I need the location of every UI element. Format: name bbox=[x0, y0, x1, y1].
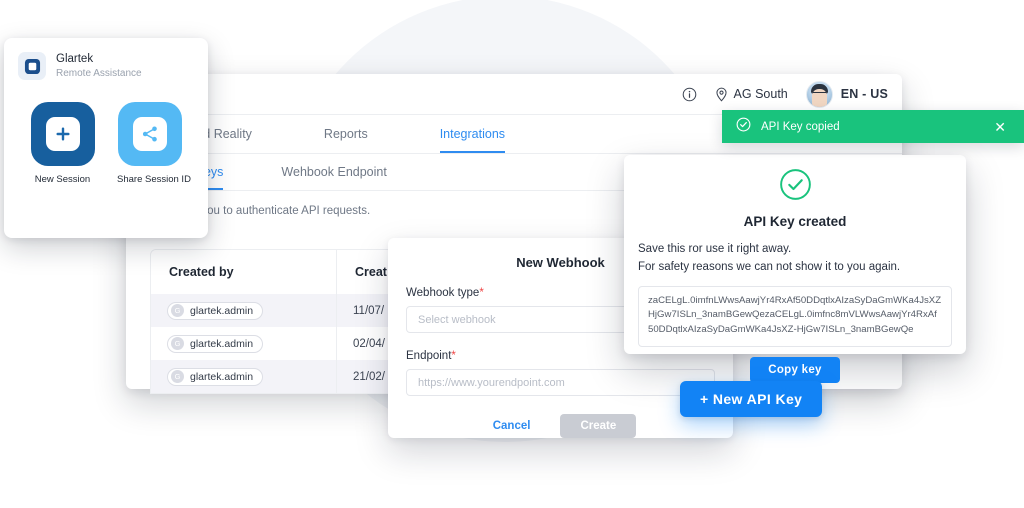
share-session-action[interactable]: Share Session ID bbox=[117, 102, 191, 185]
check-circle-icon bbox=[779, 168, 812, 206]
language-label: EN - US bbox=[840, 87, 888, 101]
info-circle-icon[interactable] bbox=[682, 87, 697, 102]
topbar-right-controls: AG South EN - US bbox=[682, 74, 888, 114]
share-session-label: Share Session ID bbox=[117, 174, 191, 185]
cell-created-by: G glartek.admin bbox=[151, 360, 337, 393]
location-selector[interactable]: AG South bbox=[715, 87, 788, 102]
glartek-subtitle: Remote Assistance bbox=[56, 67, 142, 79]
tab-reports[interactable]: Reports bbox=[324, 127, 368, 153]
glartek-logo-icon bbox=[18, 52, 46, 80]
plus-icon bbox=[45, 117, 80, 151]
required-marker: * bbox=[479, 287, 484, 299]
api-key-created-title: API Key created bbox=[743, 214, 847, 229]
chip-avatar: G bbox=[171, 304, 184, 317]
new-session-label: New Session bbox=[34, 174, 91, 185]
new-session-tile[interactable] bbox=[30, 102, 95, 166]
share-session-tile[interactable] bbox=[117, 102, 182, 166]
tab-webhook-endpoint[interactable]: Wehbook Endpoint bbox=[281, 165, 386, 190]
glartek-title: Glartek bbox=[56, 53, 94, 66]
chip-avatar: G bbox=[171, 337, 184, 350]
user-chip: G glartek.admin bbox=[167, 334, 264, 353]
api-key-created-line1: Save this ror use it right away. bbox=[638, 243, 792, 255]
api-key-created-line2: For safety reasons we can not show it to… bbox=[638, 260, 901, 273]
success-check-wrapper bbox=[624, 155, 966, 206]
close-icon[interactable]: ✕ bbox=[990, 118, 1010, 136]
tab-integrations[interactable]: Integrations bbox=[439, 127, 506, 153]
chip-avatar: G bbox=[171, 370, 184, 383]
user-chip: G glartek.admin bbox=[167, 367, 264, 386]
toast-message: API Key copied bbox=[761, 120, 840, 133]
cell-created-by: G glartek.admin bbox=[151, 327, 337, 360]
user-chip: G glartek.admin bbox=[167, 301, 264, 320]
glartek-popup-header: Glartek Remote Assistance bbox=[4, 38, 208, 80]
glartek-popup-titles: Glartek Remote Assistance bbox=[56, 52, 142, 79]
avatar bbox=[805, 80, 833, 108]
cancel-button[interactable]: Cancel bbox=[485, 414, 539, 438]
api-key-modal-footer: Copy key bbox=[624, 347, 966, 384]
api-key-created-modal: API Key created Save this ror use it rig… bbox=[624, 155, 966, 384]
check-circle-icon bbox=[736, 117, 751, 137]
user-menu[interactable]: EN - US bbox=[805, 80, 888, 108]
column-header-created-by: Created by bbox=[151, 250, 337, 294]
required-marker: * bbox=[451, 350, 456, 362]
new-session-action[interactable]: New Session bbox=[30, 102, 95, 185]
new-api-key-button[interactable]: + New API Key bbox=[680, 381, 823, 417]
glartek-remote-assistance-popup: Glartek Remote Assistance New Session Sh… bbox=[4, 38, 208, 238]
share-icon bbox=[132, 117, 167, 151]
api-key-value[interactable]: zaCELgL.0imfnLWwsAawjYr4RxAf50DDqtlxAIza… bbox=[638, 285, 952, 348]
screenshot-stage: ngs AG South bbox=[0, 0, 1024, 508]
api-key-copied-toast: API Key copied ✕ bbox=[722, 110, 1024, 143]
glartek-actions: New Session Share Session ID bbox=[4, 80, 208, 185]
create-button[interactable]: Create bbox=[560, 414, 637, 438]
cell-created-by: G glartek.admin bbox=[151, 294, 337, 327]
map-pin-icon bbox=[715, 87, 728, 102]
app-topbar: ngs AG South bbox=[126, 74, 902, 115]
copy-key-button[interactable]: Copy key bbox=[750, 357, 840, 384]
location-label: AG South bbox=[733, 87, 788, 101]
